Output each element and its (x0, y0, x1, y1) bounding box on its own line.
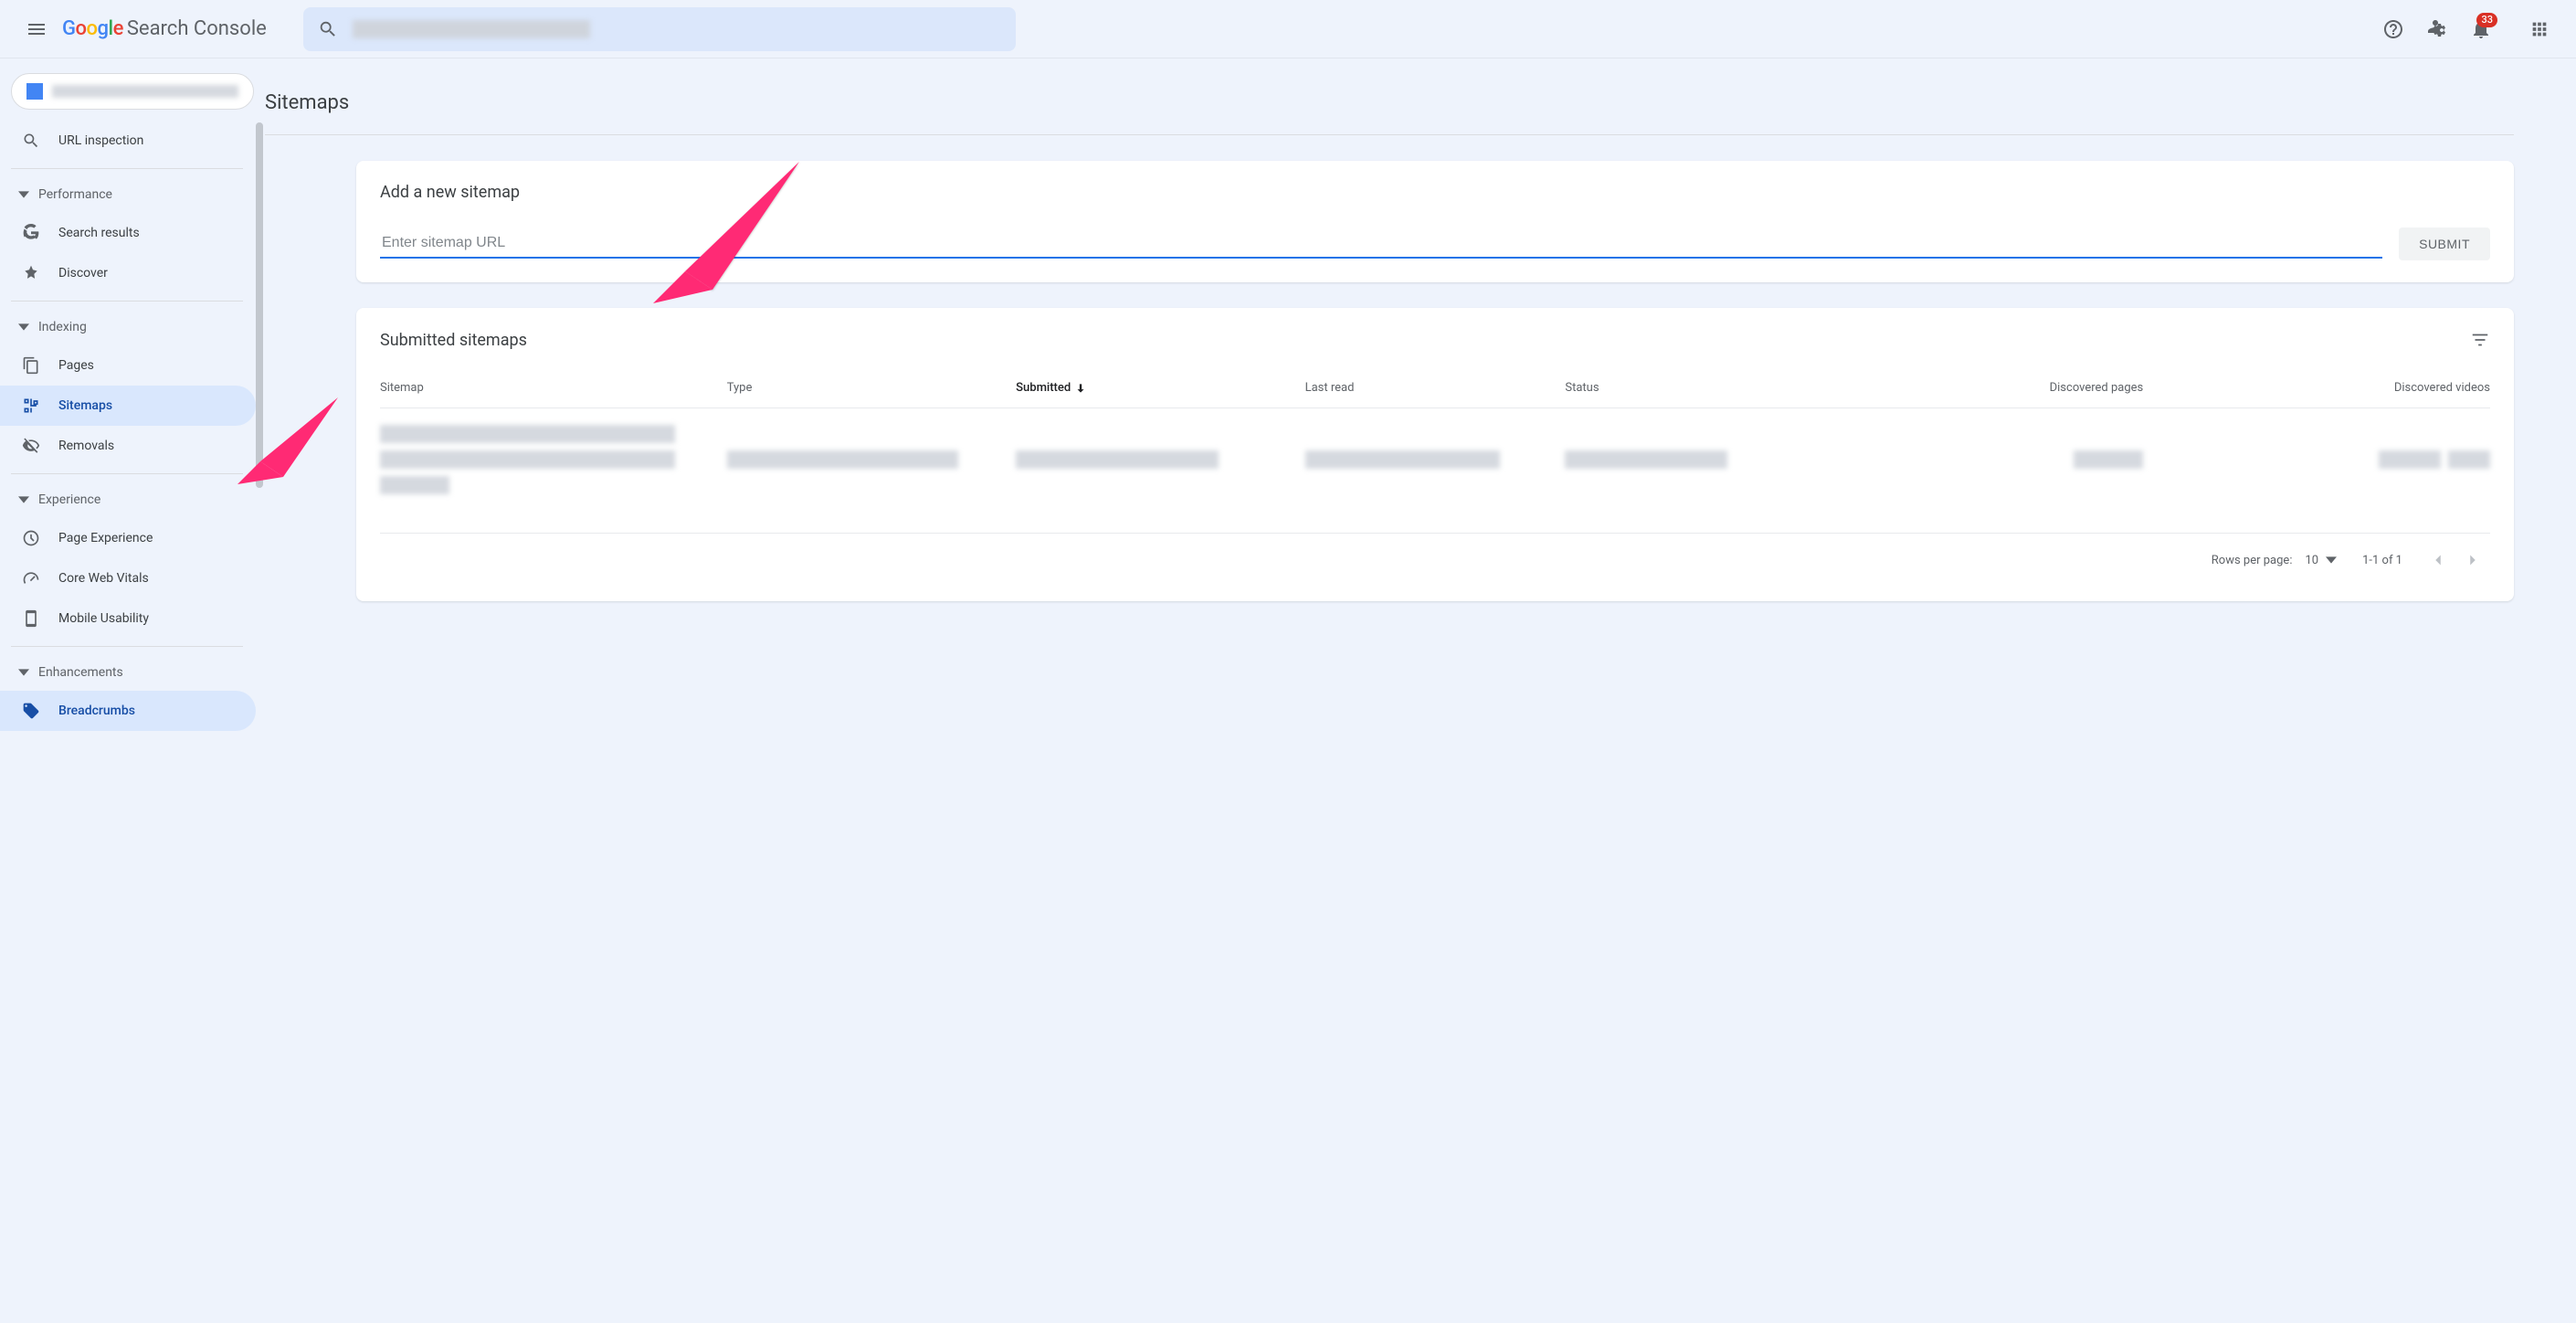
visibility-off-icon (22, 437, 40, 455)
menu-icon[interactable] (15, 7, 58, 51)
sitemap-icon (22, 397, 40, 415)
arrow-down-icon (1074, 382, 1087, 395)
tag-icon (22, 702, 40, 720)
apps-icon[interactable] (2518, 7, 2561, 51)
chevron-down-icon (18, 667, 29, 678)
logo[interactable]: Google Search Console (62, 17, 267, 40)
search-icon (22, 132, 40, 150)
sidebar-item-url-inspection[interactable]: URL inspection (0, 121, 256, 161)
col-discovered-videos[interactable]: Discovered videos (2143, 381, 2490, 395)
sidebar: URL inspection Performance Search result… (0, 58, 265, 1323)
chevron-down-icon (18, 494, 29, 505)
sidebar-group-label: Enhancements (38, 665, 123, 680)
sidebar-group-experience[interactable]: Experience (0, 482, 265, 518)
sidebar-item-label: Core Web Vitals (58, 571, 149, 586)
sidebar-group-performance[interactable]: Performance (0, 176, 265, 213)
sidebar-item-label: Removals (58, 439, 114, 453)
search-input-container[interactable] (303, 7, 1016, 51)
google-g-icon (22, 224, 40, 242)
sidebar-item-discover[interactable]: Discover (0, 253, 256, 293)
sidebar-item-label: Breadcrumbs (58, 704, 135, 718)
sidebar-item-breadcrumbs[interactable]: Breadcrumbs (0, 691, 256, 731)
sidebar-item-page-experience[interactable]: Page Experience (0, 518, 256, 558)
col-submitted[interactable]: Submitted (1016, 381, 1304, 395)
col-last-read[interactable]: Last read (1305, 381, 1566, 395)
sidebar-group-label: Experience (38, 492, 100, 507)
sidebar-item-pages[interactable]: Pages (0, 345, 256, 386)
table-footer: Rows per page: 10 1-1 of 1 (380, 533, 2490, 579)
sidebar-item-removals[interactable]: Removals (0, 426, 256, 466)
add-sitemap-title: Add a new sitemap (380, 183, 2490, 202)
sidebar-item-sitemaps[interactable]: Sitemaps (0, 386, 256, 426)
chevron-down-icon (2326, 555, 2337, 566)
property-favicon (26, 83, 43, 100)
sidebar-group-label: Indexing (38, 320, 87, 334)
rows-per-page-select[interactable]: 10 (2305, 554, 2337, 567)
property-name-redacted (52, 85, 238, 98)
pagination-range: 1-1 of 1 (2362, 554, 2402, 567)
sidebar-item-label: URL inspection (58, 133, 143, 148)
search-value-redacted (353, 20, 590, 38)
col-discovered-pages[interactable]: Discovered pages (1797, 381, 2144, 395)
rows-per-page-label: Rows per page: (2212, 554, 2293, 567)
sidebar-group-enhancements[interactable]: Enhancements (0, 654, 265, 691)
sidebar-item-search-results[interactable]: Search results (0, 213, 256, 253)
table-row[interactable] (380, 408, 2490, 525)
chevron-down-icon (18, 322, 29, 333)
submit-button[interactable]: SUBMIT (2399, 228, 2490, 260)
sidebar-item-label: Page Experience (58, 531, 153, 545)
mobile-icon (22, 609, 40, 628)
sidebar-item-core-web-vitals[interactable]: Core Web Vitals (0, 558, 256, 598)
speed-icon (22, 569, 40, 587)
filter-icon[interactable] (2470, 330, 2490, 350)
sidebar-group-label: Performance (38, 187, 112, 202)
col-status[interactable]: Status (1565, 381, 1796, 395)
header: Google Search Console 33 (0, 0, 2576, 58)
property-selector[interactable] (11, 73, 254, 110)
submitted-sitemaps-card: Submitted sitemaps Sitemap Type Submitte… (356, 308, 2514, 601)
pages-icon (22, 356, 40, 375)
table-header-row: Sitemap Type Submitted Last read Status … (380, 368, 2490, 408)
sidebar-item-label: Search results (58, 226, 140, 240)
chevron-left-icon[interactable] (2428, 550, 2448, 570)
chevron-down-icon (18, 189, 29, 200)
sidebar-item-label: Pages (58, 358, 94, 373)
sidebar-item-label: Discover (58, 266, 108, 280)
circle-arrow-icon (22, 529, 40, 547)
sidebar-group-indexing[interactable]: Indexing (0, 309, 265, 345)
sidebar-item-label: Sitemaps (58, 398, 112, 413)
star-icon (22, 264, 40, 282)
chevron-right-icon[interactable] (2463, 550, 2483, 570)
user-settings-icon[interactable] (2415, 7, 2459, 51)
sidebar-scrollbar[interactable] (256, 122, 265, 1314)
help-icon[interactable] (2371, 7, 2415, 51)
sidebar-item-mobile-usability[interactable]: Mobile Usability (0, 598, 256, 639)
product-name: Search Console (127, 17, 267, 40)
add-sitemap-card: Add a new sitemap SUBMIT (356, 161, 2514, 282)
sidebar-item-label: Mobile Usability (58, 611, 149, 626)
notifications-icon[interactable]: 33 (2459, 7, 2503, 51)
main-content: Sitemaps Add a new sitemap SUBMIT Submit… (265, 58, 2576, 1323)
col-sitemap[interactable]: Sitemap (380, 381, 727, 395)
col-type[interactable]: Type (727, 381, 1016, 395)
sitemap-url-input[interactable] (380, 229, 2382, 259)
search-icon (318, 19, 338, 39)
google-logo-text: Google (62, 17, 123, 40)
notification-badge: 33 (2476, 13, 2497, 27)
submitted-title: Submitted sitemaps (380, 331, 527, 350)
page-title: Sitemaps (265, 80, 2514, 135)
